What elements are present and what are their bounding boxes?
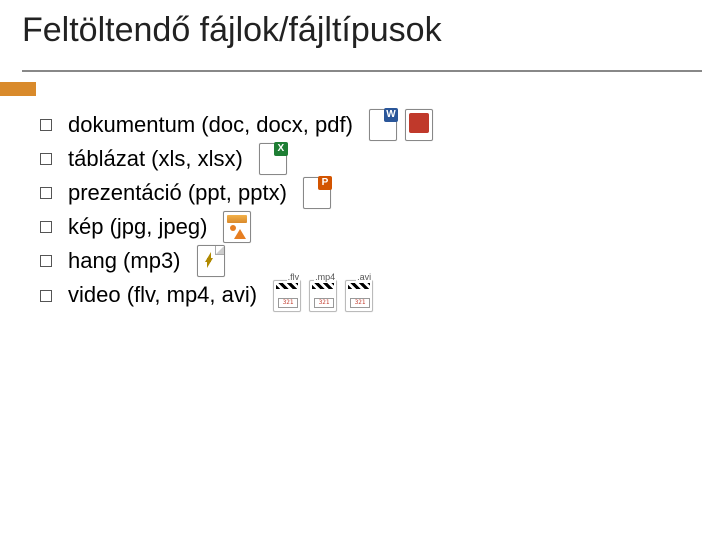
bullet-icon: [40, 255, 52, 267]
excel-spreadsheet-icon: X: [259, 143, 287, 175]
icon-group: P: [303, 177, 331, 209]
list-item-text: video (flv, mp4, avi): [68, 278, 257, 312]
icon-group: .flv321 .mp4321 .avi321: [273, 280, 373, 312]
word-document-icon: W: [369, 109, 397, 141]
list-item-text: dokumentum (doc, docx, pdf): [68, 108, 353, 142]
list-item: kép (jpg, jpeg): [40, 210, 700, 244]
icon-group: X: [259, 143, 287, 175]
accent-bar: [0, 82, 36, 96]
bullet-icon: [40, 119, 52, 131]
bullet-icon: [40, 187, 52, 199]
list-item-text: kép (jpg, jpeg): [68, 210, 207, 244]
icon-group: [197, 245, 225, 277]
image-file-icon: [223, 211, 251, 243]
icon-group: W: [369, 109, 433, 141]
list-item: video (flv, mp4, avi) .flv321 .mp4321 .a…: [40, 278, 700, 312]
audio-file-icon: [197, 245, 225, 277]
icon-group: [223, 211, 251, 243]
list-item-text: prezentáció (ppt, pptx): [68, 176, 287, 210]
bullet-icon: [40, 290, 52, 302]
slide: Feltöltendő fájlok/fájltípusok dokumentu…: [0, 0, 720, 540]
list-item: prezentáció (ppt, pptx) P: [40, 176, 700, 210]
list-item: táblázat (xls, xlsx) X: [40, 142, 700, 176]
video-mp4-icon: .mp4321: [309, 280, 337, 312]
slide-title: Feltöltendő fájlok/fájltípusok: [22, 11, 442, 49]
bullet-icon: [40, 153, 52, 165]
list-item-text: táblázat (xls, xlsx): [68, 142, 243, 176]
list-item-text: hang (mp3): [68, 244, 181, 278]
powerpoint-presentation-icon: P: [303, 177, 331, 209]
bullet-list: dokumentum (doc, docx, pdf) W táblázat (…: [40, 108, 700, 313]
video-avi-icon: .avi321: [345, 280, 373, 312]
title-block: Feltöltendő fájlok/fájltípusok: [22, 12, 702, 72]
content-area: dokumentum (doc, docx, pdf) W táblázat (…: [40, 108, 700, 313]
video-flv-icon: .flv321: [273, 280, 301, 312]
pdf-document-icon: [405, 109, 433, 141]
list-item: dokumentum (doc, docx, pdf) W: [40, 108, 700, 142]
bullet-icon: [40, 221, 52, 233]
